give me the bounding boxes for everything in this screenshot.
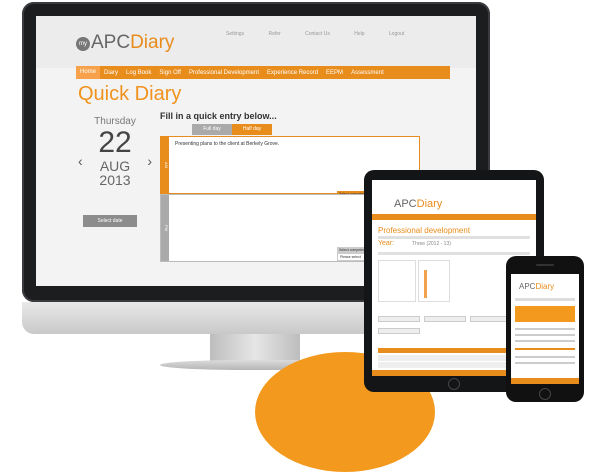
fill-in-heading: Fill in a quick entry below... — [160, 111, 277, 121]
phone-footer — [511, 378, 579, 384]
nav-experience-record[interactable]: Experience Record — [263, 70, 322, 76]
phone-home-button[interactable] — [539, 388, 551, 400]
phone-text-line — [515, 356, 575, 358]
phone-text-line — [515, 328, 575, 330]
tab-full-day[interactable]: Full day — [192, 124, 232, 135]
date-picker: Thursday ‹ 22 › AUG 2013 — [78, 116, 152, 188]
am-label: AM — [161, 137, 169, 193]
tablet-page-title: Professional development — [378, 226, 471, 235]
day-number: 22 — [98, 126, 132, 159]
phone-text-line — [515, 334, 575, 336]
tablet-hours-card — [418, 260, 450, 302]
select-date-button[interactable]: Select date — [83, 215, 137, 227]
phone-speaker — [536, 264, 554, 266]
pm-label: PM — [161, 195, 169, 261]
tablet-logo[interactable]: APCDiary — [394, 198, 442, 210]
phone-text-line — [515, 362, 575, 364]
tablet-divider — [378, 236, 530, 239]
tablet-date-field[interactable] — [378, 316, 420, 322]
phone-link[interactable] — [515, 348, 575, 350]
nav-diary[interactable]: Diary — [100, 70, 122, 76]
phone-banner — [515, 306, 575, 322]
phone-nav[interactable] — [515, 298, 575, 301]
monitor-stand — [210, 334, 300, 362]
tablet-year-select[interactable]: Three (2012 - 13) — [412, 241, 451, 247]
tablet-summary-card — [378, 260, 416, 302]
prev-day-arrow-icon[interactable]: ‹ — [78, 153, 83, 169]
tablet-home-button[interactable] — [448, 378, 460, 390]
page-title: Quick Diary — [78, 83, 182, 105]
next-day-arrow-icon[interactable]: › — [147, 153, 152, 169]
month: AUG — [99, 158, 131, 174]
link-logout[interactable]: Logout — [389, 31, 404, 37]
tablet-hours-bar — [424, 270, 427, 298]
nav-professional-development[interactable]: Professional Development — [185, 70, 263, 76]
nav-sign-off[interactable]: Sign Off — [155, 70, 185, 76]
nav-log-book[interactable]: Log Book — [122, 70, 155, 76]
tab-half-day[interactable]: Half day — [232, 124, 272, 135]
phone-screen: APCDiary — [511, 274, 579, 384]
phone-device: APCDiary — [506, 256, 584, 402]
link-refer[interactable]: Refer — [268, 31, 280, 37]
tablet-divider-2 — [378, 252, 530, 255]
tablet-nav[interactable] — [372, 214, 536, 220]
tablet-type-field[interactable] — [424, 316, 466, 322]
phone-logo[interactable]: APCDiary — [519, 282, 554, 291]
nav-home[interactable]: Home — [76, 66, 101, 79]
nav-eepm[interactable]: EEPM — [322, 70, 347, 76]
top-links: Settings Refer Contact Us Help Logout — [226, 31, 427, 37]
apc-diary-logo[interactable]: my APCDiary — [76, 32, 174, 54]
nav-assessment[interactable]: Assessment — [347, 70, 388, 76]
am-entry-text[interactable]: Presenting plans to the client at Berkel… — [175, 141, 279, 147]
link-help[interactable]: Help — [354, 31, 364, 37]
year: 2013 — [99, 172, 131, 188]
tablet-hours-field[interactable] — [378, 328, 420, 334]
link-settings[interactable]: Settings — [226, 31, 244, 37]
site-header: my APCDiary Settings Refer Contact Us Hel… — [36, 16, 476, 68]
link-contact-us[interactable]: Contact Us — [305, 31, 330, 37]
tablet-year-label: Year: — [378, 240, 395, 247]
phone-text-line — [515, 340, 575, 342]
logo-badge: my — [76, 37, 90, 51]
main-nav: Home Diary Log Book Sign Off Professiona… — [76, 66, 450, 79]
